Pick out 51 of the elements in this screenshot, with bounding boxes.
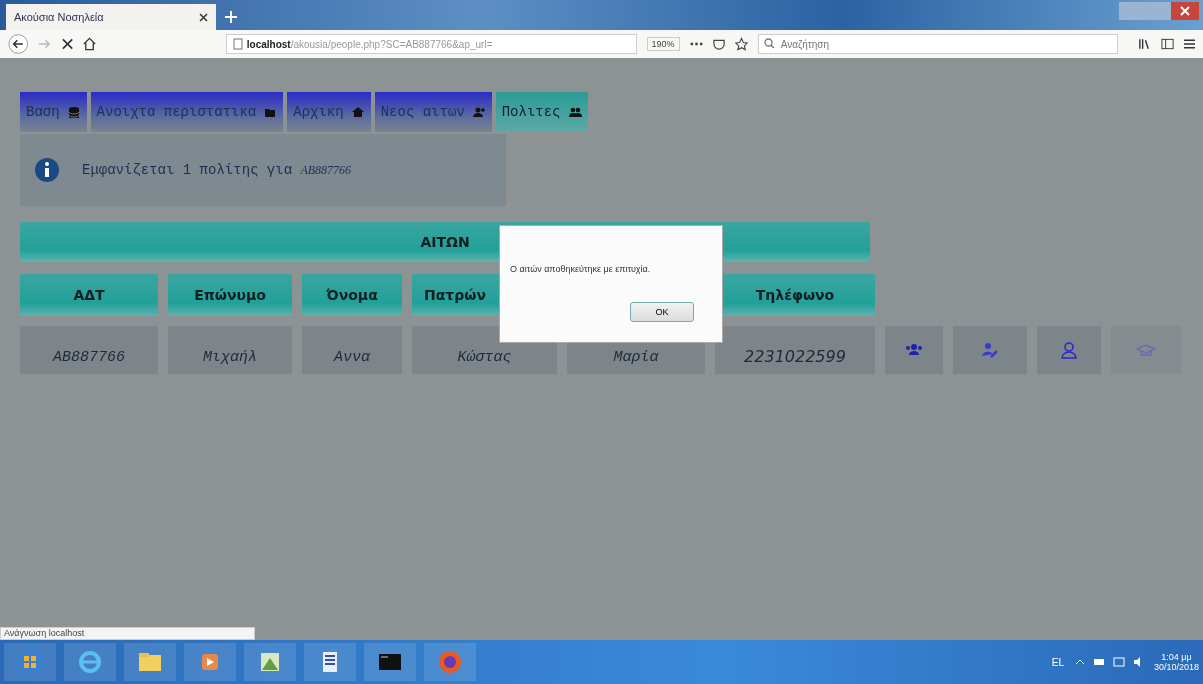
window-controls-icon[interactable]	[1119, 2, 1199, 20]
info-icon	[34, 157, 60, 183]
database-icon	[67, 106, 81, 118]
taskbar-app-button[interactable]	[244, 643, 296, 681]
taskbar-app-button[interactable]	[124, 643, 176, 681]
zoom-level[interactable]: 190%	[646, 37, 680, 51]
clock[interactable]: 1:04 μμ 30/10/2018	[1153, 652, 1199, 672]
taskbar-app-button[interactable]	[364, 643, 416, 681]
dialog-message: Ο αιτών αποθηκεύτηκε με επιτυχία.	[510, 264, 652, 274]
back-icon[interactable]	[8, 33, 29, 55]
language-indicator[interactable]: EL	[1051, 656, 1064, 668]
address-field[interactable]: localhost/akousia/people.php?SC=AB887766&ap_url=	[225, 34, 637, 54]
column-header: Επώνυμο	[168, 274, 292, 316]
nav-tab[interactable]: Πολιτες	[495, 92, 588, 132]
user-icon	[1059, 341, 1079, 359]
home-icon[interactable]	[82, 37, 96, 51]
user-edit-icon	[980, 341, 1000, 359]
user-plus-icon	[472, 106, 486, 118]
page-info-icon	[232, 38, 243, 50]
star-icon[interactable]	[734, 37, 748, 51]
taskbar-app-button[interactable]	[304, 643, 356, 681]
info-text: Εμφανίζεται 1 πολίτης για AB887766	[82, 162, 352, 178]
table-cell: AB887766	[20, 326, 158, 374]
new-tab-icon[interactable]	[224, 10, 238, 24]
clock-time: 1:04 μμ	[1161, 652, 1192, 662]
group-button[interactable]	[885, 326, 943, 374]
table-cell: Αννα	[302, 326, 402, 374]
table-cell: Μιχαήλ	[168, 326, 292, 374]
close-icon[interactable]	[199, 12, 208, 22]
search-icon	[763, 38, 775, 49]
ok-button[interactable]: OK	[630, 302, 694, 322]
table-cell: 2231022599	[715, 326, 875, 374]
sidebar-icon[interactable]	[1160, 38, 1174, 50]
stop-icon[interactable]	[61, 38, 73, 50]
library-icon[interactable]	[1137, 37, 1151, 51]
users-icon	[568, 106, 582, 118]
clock-date: 30/10/2018	[1153, 662, 1199, 672]
more-icon[interactable]	[689, 42, 703, 46]
menu-icon[interactable]	[1183, 39, 1196, 49]
start-icon	[16, 648, 44, 676]
column-header: ΑΔΤ	[20, 274, 158, 316]
browser-tab[interactable]: Ακούσια Νοσηλεία	[6, 4, 216, 30]
pocket-icon[interactable]	[712, 37, 725, 51]
column-header: Όνομα	[302, 274, 402, 316]
home-icon	[351, 106, 365, 118]
tab-title: Ακούσια Νοσηλεία	[14, 11, 105, 23]
cap-icon	[1136, 341, 1156, 359]
address-text: localhost/akousia/people.php?SC=AB887766&ap_url=	[246, 38, 493, 50]
search-field[interactable]: Αναζήτηση	[757, 34, 1118, 54]
folder-icon	[264, 106, 278, 118]
status-text: Ανάγνωση localhost	[0, 627, 255, 640]
